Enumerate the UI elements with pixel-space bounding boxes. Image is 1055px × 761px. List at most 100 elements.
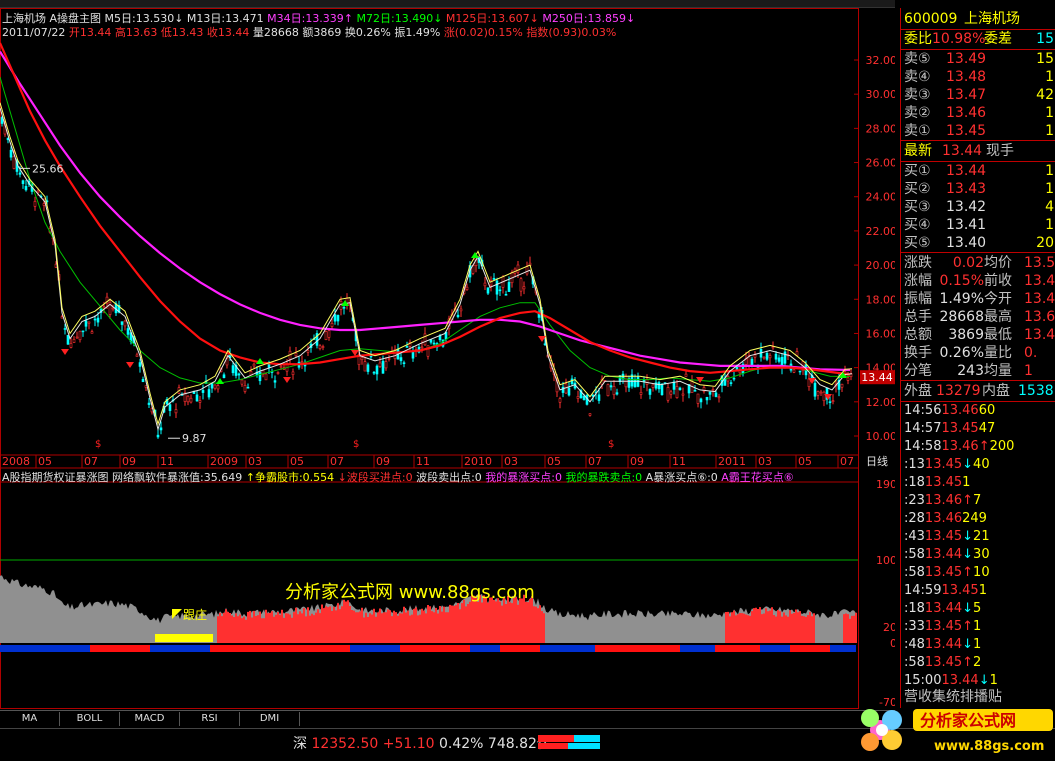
watermark: 分析家公式网 www.88gs.com <box>285 582 535 603</box>
candle-body <box>672 381 676 390</box>
candle-body <box>375 365 379 375</box>
price-tick-label: 30.00 <box>866 88 896 101</box>
candle-body <box>582 395 586 400</box>
price-tick-label: 20.00 <box>866 259 896 272</box>
site-logo: 分析家公式网 www.88gs.com <box>861 709 1053 754</box>
candle-body <box>384 361 388 369</box>
tick-time: 15:00 <box>904 673 942 688</box>
tick-row: :4313.45↓21 <box>904 528 990 546</box>
ask-vol: 15 <box>1036 51 1054 67</box>
candle-body <box>714 392 718 397</box>
ask-label: 卖③ <box>904 87 931 103</box>
candle-body <box>156 434 160 438</box>
stat-value: 13.4 <box>1024 273 1055 289</box>
candle-body <box>777 357 781 362</box>
tick-row: 14:5813.46↑200 <box>904 438 1014 456</box>
candle-body <box>483 282 487 287</box>
candle-body <box>237 373 241 376</box>
candle-body <box>639 392 643 395</box>
sub-chart-title[interactable]: A股指期货权证暴涨图 <box>2 471 109 484</box>
stock-code: 600009 <box>904 11 958 27</box>
tick-direction-icon: ↓ <box>962 529 974 544</box>
tick-price: 13.46 <box>924 493 963 508</box>
candle-body <box>813 382 817 397</box>
last-row: 最新 13.44 现手 <box>904 142 1026 160</box>
candle-body <box>60 316 64 319</box>
stat-row: 涨幅 0.15% 前收 13.4 <box>904 272 1055 290</box>
stock-header: 600009 上海机场 <box>904 10 1054 28</box>
stat-value: 13.6 <box>1024 309 1055 325</box>
candle-body <box>465 286 469 290</box>
tab-dmi[interactable]: DMI <box>240 712 300 726</box>
candle-body <box>798 370 802 373</box>
candle-body <box>360 357 364 361</box>
candle-body <box>516 264 520 273</box>
quote-side-panel: 600009 上海机场 委比10.98%委差 15 卖⑤ 13.49 15 卖④ 13.48 1 卖… <box>900 8 1055 708</box>
candle-body <box>567 387 571 396</box>
candle-body <box>300 361 304 363</box>
candle-body <box>135 354 139 357</box>
trend-strip-segment <box>790 645 830 652</box>
candle-body <box>681 393 685 396</box>
tab-macd[interactable]: MACD <box>120 712 180 726</box>
candle-body <box>399 357 403 362</box>
sub-chart-value: 我的暴涨买点:0 <box>481 471 562 484</box>
ask-price: 13.49 <box>946 51 987 67</box>
candle-body <box>831 400 835 402</box>
candle-body <box>816 391 820 396</box>
inner-value: 1538 <box>1018 383 1054 399</box>
time-tick-label: 09 <box>122 455 136 468</box>
dollar-marker-icon: $ <box>95 439 101 450</box>
trough-label: 9.87 <box>182 432 207 445</box>
bid-row: 买② 13.43 1 <box>904 180 1054 198</box>
time-tick-label: 05 <box>547 455 561 468</box>
bid-label: 买② <box>904 181 931 197</box>
tab-rsi[interactable]: RSI <box>180 712 240 726</box>
tick-vol: 21 <box>973 529 990 544</box>
candle-body <box>303 364 307 367</box>
ask-price: 13.45 <box>946 123 987 139</box>
tab-boll[interactable]: BOLL <box>60 712 120 726</box>
tick-direction-icon: ↑ <box>962 565 974 580</box>
candle-body <box>732 377 736 380</box>
ratio-value: 10.98% <box>932 31 986 47</box>
candle-body <box>201 390 205 393</box>
sell-arrow-icon <box>61 349 69 355</box>
ask-price: 13.47 <box>946 87 987 103</box>
diff-label: 委差 <box>984 31 1012 47</box>
stat-value: 13.4 <box>1024 291 1055 307</box>
tick-row: :3313.45↑1 <box>904 618 981 636</box>
current-price-label: 13.44 <box>861 371 893 384</box>
candle-body <box>387 358 391 360</box>
buy-arrow-icon <box>471 252 479 258</box>
tick-time: :58 <box>904 655 925 670</box>
candle-body <box>615 392 619 395</box>
candle-body <box>276 372 280 374</box>
price-tick-label: 12.00 <box>866 396 896 409</box>
candle-body <box>840 383 844 388</box>
candle-body <box>633 378 637 388</box>
last-value: 13.44 <box>942 143 983 159</box>
tick-price: 13.45 <box>941 583 979 598</box>
time-tick-label: 05 <box>798 455 812 468</box>
tab-ma[interactable]: MA <box>0 712 60 726</box>
tick-vol: 1 <box>973 619 982 634</box>
sub-chart-value: ↓波段买进点:0 <box>334 471 413 484</box>
time-tick-label: 09 <box>376 455 390 468</box>
tick-price: 13.46 <box>941 403 979 418</box>
market-pct: 0.42% <box>438 736 484 752</box>
tick-row: 14:5913.451 <box>904 582 987 600</box>
tick-price: 13.45 <box>924 529 963 544</box>
tick-row: :2313.46↑7 <box>904 492 981 510</box>
candle-body <box>90 331 94 334</box>
candle-body <box>9 149 13 158</box>
candle-body <box>696 393 700 404</box>
tick-vol: 30 <box>973 547 990 562</box>
sub-chart-value: 波段卖出点:0 <box>412 471 482 484</box>
candle-body <box>684 373 688 377</box>
candle-body <box>735 366 739 370</box>
time-axis-group: 2008 05 07 09 11 2009 03 05 07 09 11 2010 03 05 07 09 11… <box>0 454 888 468</box>
candle-body <box>273 380 277 383</box>
stat-label: 均量 <box>984 363 1012 379</box>
candle-body <box>612 386 616 396</box>
